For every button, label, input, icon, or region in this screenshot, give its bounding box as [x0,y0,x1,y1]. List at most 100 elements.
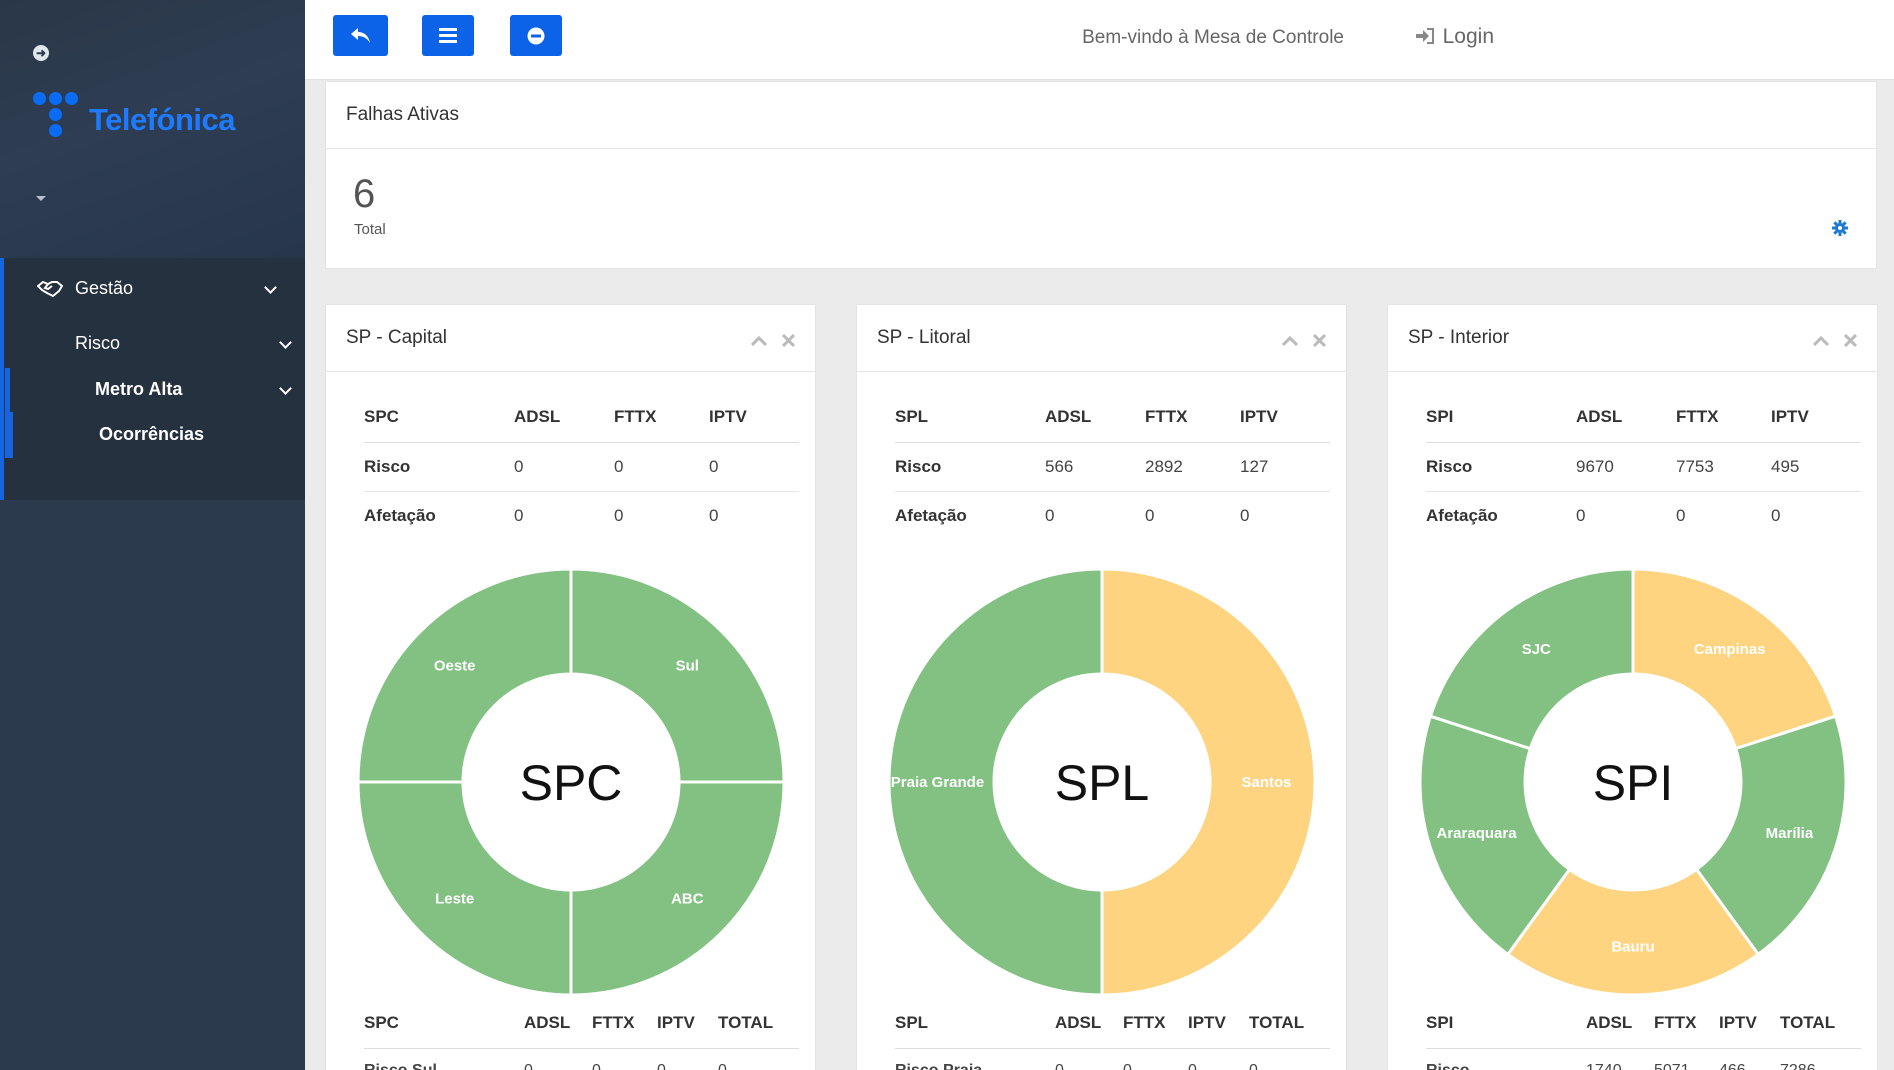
table-row: Afetação 0 0 0 [1426,491,1861,540]
slice-label: Marília [1766,825,1814,842]
column-header: TOTAL [1249,1013,1305,1032]
column-header: FTTX [614,393,709,443]
slice-label: Sul [676,658,699,675]
caret-down-icon[interactable] [36,196,46,201]
gear-icon[interactable] [1832,220,1848,236]
divider [364,1048,799,1049]
menu-button[interactable] [422,15,474,56]
table-cell: Risco [364,442,514,492]
column-header: IPTV [1771,393,1861,443]
table-cell: 0 [524,1062,533,1070]
table-cell: 0 [1676,505,1686,525]
close-icon[interactable] [1313,334,1326,347]
table-cell: 2892 [1145,442,1240,492]
chevron-up-icon[interactable] [1282,336,1298,346]
telefonica-logo: Telefónica [33,92,236,144]
slice-label: Campinas [1694,641,1766,658]
column-header: SPL [895,393,1045,443]
column-header: IPTV [1188,1013,1226,1032]
minus-circle-icon [527,27,545,44]
donut-slice[interactable] [1631,567,1838,751]
donut-slice[interactable] [569,567,786,784]
table-cell: 0 [718,1062,727,1070]
table-cell: 9670 [1576,442,1676,492]
table-cell: Afetação [1426,505,1498,525]
welcome-text: Bem-vindo à Mesa de Controle [1082,27,1344,48]
table-row: Risco 9670 7753 495 [1426,442,1861,492]
table-cell: 0 [514,442,614,492]
table-cell: 0 [1576,505,1586,525]
donut-slice[interactable] [356,567,573,784]
region-donut-chart: Sul ABC Leste Oeste SPC [356,567,786,997]
table-cell: Risco [895,442,1045,492]
column-header: ADSL [1576,393,1676,443]
login-label: Login [1442,25,1494,48]
column-header: SPC [364,393,514,443]
sidebar: ➜ Telefónica Gestão Risco Metro Alta Oco… [0,0,305,1070]
menu-accent-bar-level3 [9,412,13,458]
chevron-up-icon[interactable] [1813,336,1829,346]
close-icon[interactable] [782,334,795,347]
panel-title: SP - Capital [346,327,448,348]
region-donut-chart: Santos Praia Grande SPL [887,567,1317,997]
login-link[interactable]: Login [1415,25,1494,49]
region-table: SPL ADSL FTTX IPTV Risco 566 2892 127 Afetação 0 0… [895,393,1330,540]
table-row: Risco 566 2892 127 [895,442,1330,492]
column-header: ADSL [514,393,614,443]
brand-name: Telefónica [89,102,236,137]
donut-center-label: SPL [1055,755,1150,811]
column-header: FTTX [1654,1013,1697,1032]
close-icon[interactable] [1844,334,1857,347]
table-cell: 7753 [1676,442,1771,492]
topbar: Bem-vindo à Mesa de Controle Login [305,0,1894,80]
table-cell: 0 [1249,1062,1258,1070]
reply-button[interactable] [333,15,388,56]
donut-slice[interactable] [356,780,573,997]
divider [1426,1048,1861,1049]
table-cell: 0 [709,505,719,525]
back-arrow-icon[interactable]: ➜ [33,45,49,61]
table-cell: 0 [1145,505,1155,525]
column-header: IPTV [709,393,799,443]
table-cell: 0 [1188,1062,1197,1070]
divider [857,371,1346,372]
table-cell: 0 [657,1062,666,1070]
sidebar-item-metro-alta[interactable]: Metro Alta [95,379,182,400]
table-cell: 466 [1719,1062,1746,1070]
table-cell: 0 [1771,505,1781,525]
donut-slice[interactable] [569,780,786,997]
column-header: FTTX [1676,393,1771,443]
column-header: FTTX [1123,1013,1166,1032]
column-header: IPTV [1240,393,1330,443]
table-row: Risco 0 0 0 [364,442,799,492]
reply-icon [350,27,370,43]
falhas-ativas-panel: Falhas Ativas 6 Total [325,81,1877,269]
total-label: Total [354,221,386,238]
chevron-up-icon[interactable] [751,336,767,346]
table-cell: Risco [1426,442,1576,492]
column-header: IPTV [657,1013,695,1032]
minimize-button[interactable] [510,15,562,56]
column-header: ADSL [1055,1013,1102,1032]
donut-slice[interactable] [1428,567,1635,751]
column-header: FTTX [1145,393,1240,443]
sidebar-item-risco[interactable]: Risco [75,333,120,354]
column-header: ADSL [524,1013,571,1032]
table-cell: Afetação [895,505,967,525]
sidebar-item-label: Ocorrências [99,424,205,444]
menu-accent-bar [0,258,4,500]
column-header: SPC [364,1013,399,1032]
column-header: ADSL [1586,1013,1633,1032]
table-header-row: SPI ADSL FTTX IPTV [1426,393,1861,443]
table-cell: 0 [1045,505,1055,525]
region-donut-chart: Campinas Marília Bauru Araraquara SJC SPI [1418,567,1848,997]
slice-label: Praia Grande [891,774,984,791]
divider [1388,371,1877,372]
slice-label: ABC [671,890,704,907]
table-cell: 1740 [1586,1062,1622,1070]
table-row: Afetação 0 0 0 [364,491,799,540]
slice-label: Santos [1241,774,1291,791]
total-value: 6 [353,172,376,216]
sidebar-item-ocorrencias[interactable]: Ocorrências [99,424,204,445]
sidebar-item-gestao[interactable]: Gestão [37,278,133,299]
